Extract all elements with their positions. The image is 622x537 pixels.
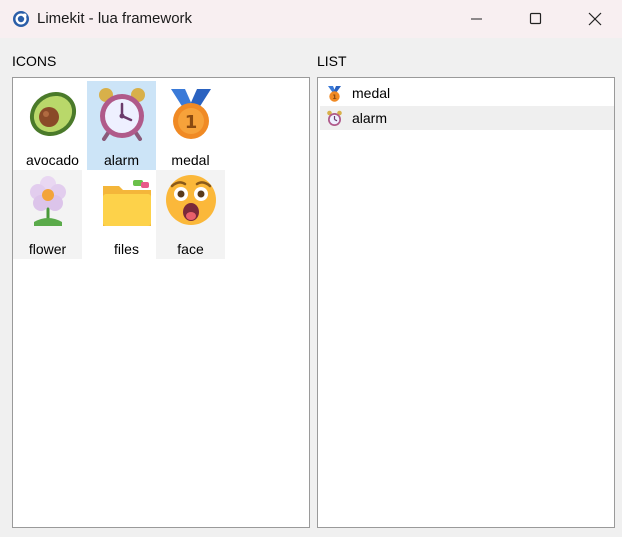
icon-label: face	[177, 241, 204, 257]
alarm-clock-icon	[327, 110, 342, 126]
title-bar[interactable]: Limekit - lua framework	[0, 0, 622, 38]
list-section-label: LIST	[317, 53, 347, 69]
icon-label: files	[114, 241, 139, 257]
icon-item-face[interactable]: face	[156, 170, 225, 259]
close-button[interactable]	[566, 0, 622, 38]
medal-icon: 1	[171, 89, 211, 139]
list-item-label: medal	[352, 85, 391, 101]
limekit-globe-icon	[13, 11, 29, 27]
maximize-icon	[529, 12, 542, 25]
flower-icon	[30, 176, 66, 226]
window-title: Limekit - lua framework	[37, 10, 193, 27]
icon-label: avocado	[26, 152, 79, 168]
icon-label: flower	[28, 241, 67, 257]
icon-item-medal[interactable]: 1 medal	[156, 81, 225, 170]
file-folder-icon	[103, 180, 151, 226]
list-item-medal[interactable]: 1 medal	[320, 81, 614, 105]
minimize-icon	[471, 18, 482, 20]
minimize-button[interactable]	[448, 0, 506, 38]
svg-text:1: 1	[185, 112, 198, 133]
icon-item-alarm[interactable]: alarm	[87, 81, 156, 170]
icons-section-label: ICONS	[12, 53, 57, 69]
list-item-alarm[interactable]: alarm	[320, 106, 614, 130]
astonished-face-icon	[166, 175, 216, 225]
avocado-icon	[29, 91, 77, 137]
svg-text:1: 1	[332, 93, 337, 101]
icon-item-flower[interactable]: flower	[13, 170, 82, 259]
icon-label: alarm	[103, 152, 139, 168]
list-item-label: alarm	[352, 110, 388, 126]
medal-icon: 1	[328, 86, 341, 102]
icons-view[interactable]: avocado alarm 1 medal flower files face	[12, 77, 310, 528]
maximize-button[interactable]	[507, 0, 565, 38]
list-view[interactable]: 1 medal alarm	[317, 77, 615, 528]
alarm-clock-icon	[99, 88, 145, 141]
close-icon	[588, 12, 602, 26]
icon-label: medal	[171, 152, 210, 168]
icon-item-avocado[interactable]: avocado	[18, 81, 87, 170]
icon-item-files[interactable]: files	[92, 170, 161, 259]
